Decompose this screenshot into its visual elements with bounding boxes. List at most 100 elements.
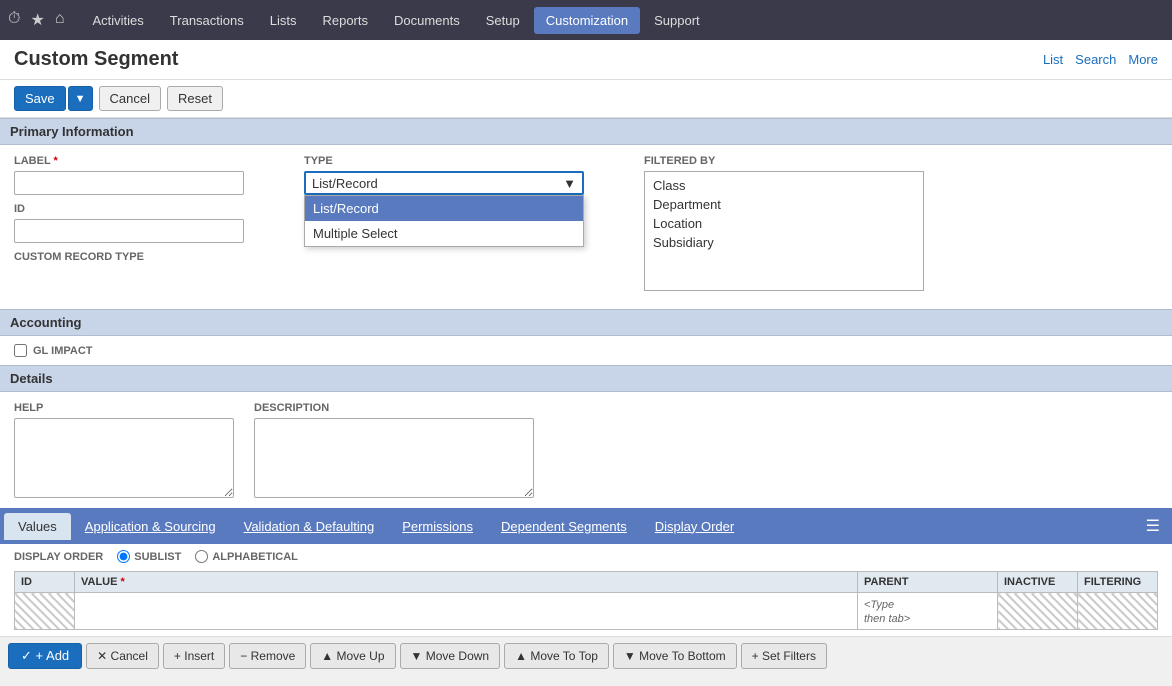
required-marker: * — [50, 155, 57, 167]
custom-record-type-group: CUSTOM RECORD TYPE — [14, 251, 244, 263]
move-to-top-button[interactable]: ▲ Move To Top — [504, 643, 609, 669]
tab-values[interactable]: Values — [4, 513, 71, 540]
primary-info-area: LABEL * ID CUSTOM RECORD TYPE TYPE List/… — [0, 145, 1172, 309]
gl-impact-checkbox[interactable] — [14, 344, 27, 357]
description-label: DESCRIPTION — [254, 402, 534, 414]
type-label: TYPE — [304, 155, 584, 167]
value-input[interactable] — [81, 604, 851, 618]
parent-cell: <Typethen tab> — [858, 593, 998, 630]
cancel-button[interactable]: Cancel — [99, 86, 161, 111]
add-checkmark: ✓ — [21, 648, 32, 663]
value-required-marker: * — [117, 576, 124, 588]
save-dropdown-button[interactable]: ▼ — [68, 86, 93, 111]
search-link[interactable]: Search — [1075, 52, 1116, 67]
move-down-button[interactable]: ▼ Move Down — [400, 643, 501, 669]
add-button[interactable]: ✓ + Add — [8, 643, 82, 669]
filtered-by-subsidiary[interactable]: Subsidiary — [649, 233, 919, 252]
type-dropdown-wrapper: List/Record ▼ List/Record Multiple Selec… — [304, 171, 584, 195]
star-icon[interactable]: ★ — [30, 10, 44, 30]
remove-button[interactable]: − Remove — [229, 643, 306, 669]
col-header-parent: PARENT — [858, 572, 998, 593]
tabs-expand-icon[interactable]: ☰ — [1138, 512, 1168, 540]
col-header-filtering: FILTERING — [1078, 572, 1158, 593]
sublist-radio-group: SUBLIST — [117, 550, 181, 563]
table-header-row: ID VALUE * PARENT INACTIVE FILTERING — [15, 572, 1158, 593]
save-button[interactable]: Save — [14, 86, 66, 111]
nav-bar: ⏱ ★ ⌂ Activities Transactions Lists Repo… — [0, 0, 1172, 40]
gl-impact-label: GL IMPACT — [33, 345, 92, 357]
filtered-by-location[interactable]: Location — [649, 214, 919, 233]
type-select-display[interactable]: List/Record ▼ — [304, 171, 584, 195]
bottom-toolbar: ✓ + Add ✕ Cancel + Insert − Remove ▲ Mov… — [0, 636, 1172, 675]
details-area: HELP DESCRIPTION — [0, 392, 1172, 508]
help-group: HELP — [14, 402, 234, 498]
nav-item-reports[interactable]: Reports — [310, 7, 380, 34]
label-group: LABEL * — [14, 155, 244, 195]
values-table: ID VALUE * PARENT INACTIVE FILTERING <Ty… — [14, 571, 1158, 630]
help-textarea[interactable] — [14, 418, 234, 498]
insert-button[interactable]: + Insert — [163, 643, 225, 669]
details-header: Details — [0, 365, 1172, 392]
tab-application-sourcing[interactable]: Application & Sourcing — [71, 513, 230, 540]
nav-item-support[interactable]: Support — [642, 7, 712, 34]
filtered-by-class[interactable]: Class — [649, 176, 919, 195]
id-input[interactable] — [14, 219, 244, 243]
sublist-label: SUBLIST — [134, 551, 181, 563]
inactive-cell — [998, 593, 1078, 630]
type-hint: <Typethen tab> — [864, 599, 910, 625]
nav-item-documents[interactable]: Documents — [382, 7, 472, 34]
page-title: Custom Segment — [14, 48, 178, 71]
nav-item-transactions[interactable]: Transactions — [158, 7, 256, 34]
list-link[interactable]: List — [1043, 52, 1063, 67]
id-group: ID — [14, 203, 244, 243]
more-link[interactable]: More — [1128, 52, 1158, 67]
type-selected-value: List/Record — [312, 176, 378, 191]
set-filters-button[interactable]: + Set Filters — [741, 643, 827, 669]
help-label: HELP — [14, 402, 234, 414]
gl-impact-row: GL IMPACT — [14, 344, 1158, 357]
nav-item-lists[interactable]: Lists — [258, 7, 309, 34]
id-cell — [15, 593, 75, 630]
tabs-bar: Values Application & Sourcing Validation… — [0, 508, 1172, 544]
description-textarea[interactable] — [254, 418, 534, 498]
move-up-button[interactable]: ▲ Move Up — [310, 643, 395, 669]
cancel-row-button[interactable]: ✕ Cancel — [86, 643, 159, 669]
type-group: TYPE List/Record ▼ List/Record Multiple … — [304, 155, 584, 195]
accounting-header: Accounting — [0, 309, 1172, 336]
filtered-by-department[interactable]: Department — [649, 195, 919, 214]
reset-button[interactable]: Reset — [167, 86, 223, 111]
label-input[interactable] — [14, 171, 244, 195]
move-to-bottom-button[interactable]: ▼ Move To Bottom — [613, 643, 737, 669]
primary-info-header: Primary Information — [0, 118, 1172, 145]
tab-display-order[interactable]: Display Order — [641, 513, 748, 540]
display-order-label: DISPLAY ORDER — [14, 551, 103, 563]
table-row: <Typethen tab> — [15, 593, 1158, 630]
col-header-value: VALUE * — [75, 572, 858, 593]
type-option-list-record[interactable]: List/Record — [305, 196, 583, 221]
label-field-label: LABEL * — [14, 155, 244, 167]
col-header-id: ID — [15, 572, 75, 593]
sublist-radio[interactable] — [117, 550, 130, 563]
display-order-row: DISPLAY ORDER SUBLIST ALPHABETICAL — [14, 550, 1158, 563]
nav-icons: ⏱ ★ ⌂ — [8, 10, 65, 30]
home-icon[interactable]: ⌂ — [55, 10, 65, 30]
page-header: Custom Segment List Search More — [0, 40, 1172, 80]
value-cell[interactable] — [75, 593, 858, 630]
nav-item-customization[interactable]: Customization — [534, 7, 640, 34]
id-field-label: ID — [14, 203, 244, 215]
alphabetical-radio-group: ALPHABETICAL — [195, 550, 298, 563]
filtering-cell — [1078, 593, 1158, 630]
type-option-multiple-select[interactable]: Multiple Select — [305, 221, 583, 246]
filtered-by-label: FILTERED BY — [644, 155, 924, 167]
tab-dependent-segments[interactable]: Dependent Segments — [487, 513, 641, 540]
nav-item-setup[interactable]: Setup — [474, 7, 532, 34]
primary-form-row: LABEL * ID CUSTOM RECORD TYPE TYPE List/… — [14, 155, 1158, 291]
history-icon[interactable]: ⏱ — [8, 10, 20, 30]
nav-item-activities[interactable]: Activities — [81, 7, 156, 34]
filtered-by-box[interactable]: Class Department Location Subsidiary — [644, 171, 924, 291]
col-header-inactive: INACTIVE — [998, 572, 1078, 593]
tab-validation-defaulting[interactable]: Validation & Defaulting — [230, 513, 389, 540]
alphabetical-radio[interactable] — [195, 550, 208, 563]
textarea-group: HELP DESCRIPTION — [14, 402, 1158, 498]
tab-permissions[interactable]: Permissions — [388, 513, 487, 540]
